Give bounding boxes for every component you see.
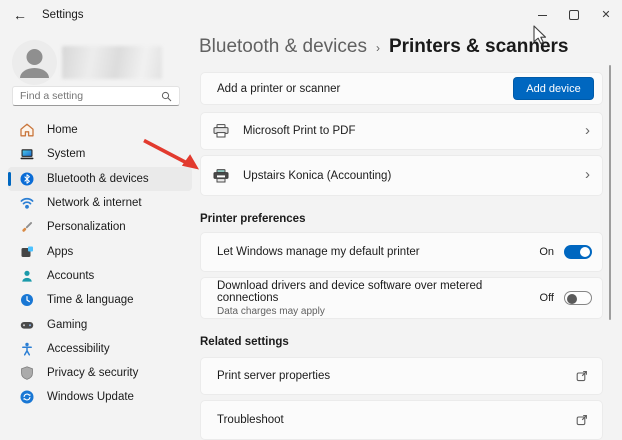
accounts-icon bbox=[20, 269, 34, 283]
minimize-button[interactable] bbox=[526, 0, 558, 30]
bluetooth-icon bbox=[20, 172, 34, 186]
sidebar-item-personalization[interactable]: Personalization bbox=[8, 215, 192, 239]
sidebar-item-label: Home bbox=[47, 124, 78, 136]
sidebar-item-label: Network & internet bbox=[47, 197, 142, 209]
printer-row-upstairs-konica[interactable]: Upstairs Konica (Accounting) › bbox=[200, 155, 603, 196]
setting-title: Download drivers and device software ove… bbox=[217, 280, 540, 304]
printer-row-microsoft-print-to-pdf[interactable]: Microsoft Print to PDF › bbox=[200, 112, 603, 150]
sidebar-item-gaming[interactable]: Gaming bbox=[8, 312, 192, 336]
setting-row-metered-connections: Download drivers and device software ove… bbox=[200, 277, 603, 319]
external-link-icon bbox=[576, 414, 588, 426]
sidebar-item-label: Personalization bbox=[47, 221, 126, 233]
time-language-icon bbox=[20, 293, 34, 307]
maximize-button[interactable] bbox=[558, 0, 590, 30]
titlebar: ← Settings ✕ bbox=[0, 0, 622, 30]
breadcrumb-separator-icon: › bbox=[376, 39, 380, 55]
link-row-troubleshoot[interactable]: Troubleshoot bbox=[200, 400, 603, 440]
windows-update-icon bbox=[20, 390, 34, 404]
gaming-icon bbox=[20, 318, 34, 332]
sidebar-nav: Home System Bluetooth & devices Network … bbox=[8, 118, 192, 410]
toggle-knob bbox=[567, 294, 577, 304]
toggle-state-label: On bbox=[539, 246, 554, 258]
close-button[interactable]: ✕ bbox=[590, 0, 622, 30]
sidebar-item-apps[interactable]: Apps bbox=[8, 239, 192, 263]
scrollbar-thumb[interactable] bbox=[609, 65, 611, 320]
privacy-security-icon bbox=[20, 366, 34, 380]
sidebar-item-label: Privacy & security bbox=[47, 367, 138, 379]
setting-subtitle: Data charges may apply bbox=[217, 306, 540, 317]
toggle-state-label: Off bbox=[540, 292, 554, 304]
search-input[interactable] bbox=[20, 90, 161, 102]
external-link-icon bbox=[576, 370, 588, 382]
app-title: Settings bbox=[42, 9, 84, 21]
default-printer-toggle[interactable] bbox=[564, 245, 592, 259]
add-device-button[interactable]: Add device bbox=[513, 77, 594, 100]
back-arrow-icon: ← bbox=[13, 7, 27, 23]
person-icon bbox=[12, 40, 57, 85]
sidebar-item-accessibility[interactable]: Accessibility bbox=[8, 337, 192, 361]
network-icon bbox=[20, 196, 34, 210]
printer-name: Microsoft Print to PDF bbox=[243, 125, 585, 137]
sidebar-item-home[interactable]: Home bbox=[8, 118, 192, 142]
close-icon: ✕ bbox=[601, 10, 610, 21]
breadcrumb: Bluetooth & devices › Printers & scanner… bbox=[199, 36, 568, 58]
sidebar-item-label: Windows Update bbox=[47, 391, 134, 403]
link-label: Troubleshoot bbox=[217, 414, 576, 426]
breadcrumb-parent[interactable]: Bluetooth & devices bbox=[199, 36, 367, 58]
maximize-icon bbox=[569, 10, 579, 20]
metered-connections-toggle[interactable] bbox=[564, 291, 592, 305]
user-name-redacted bbox=[62, 46, 162, 79]
printer-name: Upstairs Konica (Accounting) bbox=[243, 170, 585, 182]
sidebar-item-label: Accounts bbox=[47, 270, 94, 282]
setting-row-default-printer: Let Windows manage my default printer On bbox=[200, 232, 603, 272]
toggle-knob bbox=[580, 247, 590, 257]
personalization-icon bbox=[20, 220, 34, 234]
chevron-right-icon: › bbox=[585, 167, 590, 184]
sidebar-item-label: Bluetooth & devices bbox=[47, 173, 149, 185]
system-icon bbox=[20, 147, 34, 161]
sidebar-item-label: Accessibility bbox=[47, 343, 110, 355]
accessibility-icon bbox=[20, 342, 34, 356]
add-printer-row: Add a printer or scanner Add device bbox=[200, 72, 603, 105]
sidebar-item-label: Apps bbox=[47, 246, 73, 258]
minimize-icon bbox=[538, 15, 547, 16]
back-button[interactable]: ← bbox=[6, 4, 34, 26]
printer-icon bbox=[213, 124, 229, 138]
add-printer-label: Add a printer or scanner bbox=[217, 83, 513, 95]
sidebar-item-label: Gaming bbox=[47, 319, 87, 331]
apps-icon bbox=[20, 245, 34, 259]
chevron-right-icon: › bbox=[585, 123, 590, 140]
sidebar-item-network-internet[interactable]: Network & internet bbox=[8, 191, 192, 215]
user-avatar[interactable] bbox=[12, 40, 57, 85]
section-header-related-settings: Related settings bbox=[200, 336, 289, 348]
link-label: Print server properties bbox=[217, 370, 576, 382]
sidebar-item-privacy-security[interactable]: Privacy & security bbox=[8, 361, 192, 385]
link-row-print-server-properties[interactable]: Print server properties bbox=[200, 357, 603, 395]
sidebar-item-time-language[interactable]: Time & language bbox=[8, 288, 192, 312]
page-title: Printers & scanners bbox=[389, 36, 569, 58]
sidebar-item-windows-update[interactable]: Windows Update bbox=[8, 385, 192, 409]
search-icon bbox=[161, 91, 172, 102]
home-icon bbox=[20, 123, 34, 137]
sidebar-item-label: Time & language bbox=[47, 294, 134, 306]
search-box[interactable] bbox=[12, 86, 180, 106]
sidebar-item-accounts[interactable]: Accounts bbox=[8, 264, 192, 288]
sidebar-item-label: System bbox=[47, 148, 85, 160]
sidebar-item-system[interactable]: System bbox=[8, 142, 192, 166]
section-header-printer-preferences: Printer preferences bbox=[200, 213, 305, 225]
setting-title: Let Windows manage my default printer bbox=[217, 246, 539, 258]
printer-icon bbox=[213, 169, 229, 183]
sidebar-item-bluetooth-devices[interactable]: Bluetooth & devices bbox=[8, 167, 192, 191]
